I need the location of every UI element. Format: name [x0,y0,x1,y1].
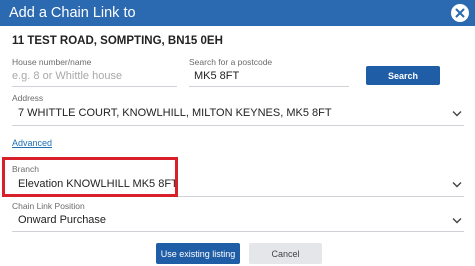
close-icon [455,8,465,18]
chain-position-select[interactable]: Onward Purchase [12,210,464,230]
postcode-underline [189,86,349,87]
chain-position-value: Onward Purchase [18,214,107,226]
property-address: 11 TEST ROAD, SOMPTING, BN15 0EH [12,35,223,47]
address-select[interactable]: 7 WHITTLE COURT, KNOWLHILL, MILTON KEYNE… [12,102,464,124]
address-underline [12,125,464,126]
advanced-link[interactable]: Advanced [12,138,52,148]
use-existing-listing-button[interactable]: Use existing listing [156,243,240,264]
close-button[interactable] [451,4,469,22]
cancel-button[interactable]: Cancel [249,243,322,264]
house-label: House number/name [12,57,92,67]
branch-highlight-box [2,157,178,197]
address-value: 7 WHITTLE COURT, KNOWLHILL, MILTON KEYNE… [18,107,332,119]
search-button[interactable]: Search [366,66,440,85]
chevron-down-icon [452,111,462,117]
house-underline [12,86,177,87]
dialog-title: Add a Chain Link to [9,5,136,21]
chevron-down-icon [452,182,462,188]
chain-position-underline [12,231,464,232]
chevron-down-icon [452,218,462,224]
house-input[interactable] [12,69,172,83]
postcode-label: Search for a postcode [189,57,273,67]
dialog-header: Add a Chain Link to [0,0,475,26]
postcode-input[interactable] [194,69,344,83]
